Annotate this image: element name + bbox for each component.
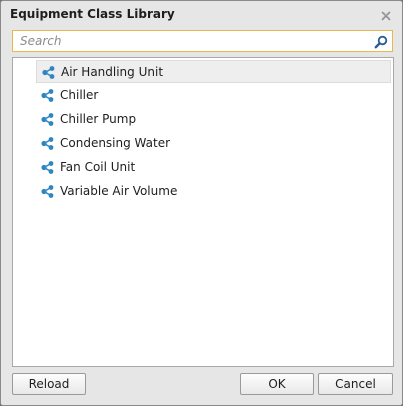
equipment-class-list[interactable]: Air Handling Unit Chiller Chiller Pump C… xyxy=(12,57,394,367)
list-item[interactable]: Air Handling Unit xyxy=(36,60,391,83)
list-item[interactable]: Chiller xyxy=(36,84,391,107)
list-item[interactable]: Variable Air Volume xyxy=(36,180,391,203)
dialog-title: Equipment Class Library xyxy=(10,7,175,21)
share-nodes-icon xyxy=(40,160,55,175)
list-item-label: Fan Coil Unit xyxy=(60,160,136,174)
share-nodes-icon xyxy=(40,112,55,127)
list-item[interactable]: Chiller Pump xyxy=(36,108,391,131)
list-item[interactable]: Condensing Water xyxy=(36,132,391,155)
ok-button[interactable]: OK xyxy=(240,373,314,395)
list-item-label: Condensing Water xyxy=(60,136,171,150)
share-nodes-icon xyxy=(40,88,55,103)
share-nodes-icon xyxy=(40,136,55,151)
cancel-button[interactable]: Cancel xyxy=(318,373,393,395)
dialog-titlebar[interactable]: Equipment Class Library xyxy=(1,1,402,28)
equipment-class-library-dialog: Equipment Class Library Search Air Handl… xyxy=(0,0,403,406)
reload-button[interactable]: Reload xyxy=(12,373,86,395)
search-icon[interactable] xyxy=(374,34,388,49)
list-item-label: Variable Air Volume xyxy=(60,184,178,198)
list-item-label: Chiller xyxy=(60,88,99,102)
share-nodes-icon xyxy=(40,184,55,199)
search-input[interactable] xyxy=(13,31,363,51)
list-item-label: Air Handling Unit xyxy=(61,65,164,79)
list-item[interactable]: Fan Coil Unit xyxy=(36,156,391,179)
list-item-label: Chiller Pump xyxy=(60,112,137,126)
close-x-icon[interactable] xyxy=(380,7,392,21)
search-box xyxy=(12,30,393,52)
share-nodes-icon xyxy=(41,65,56,80)
